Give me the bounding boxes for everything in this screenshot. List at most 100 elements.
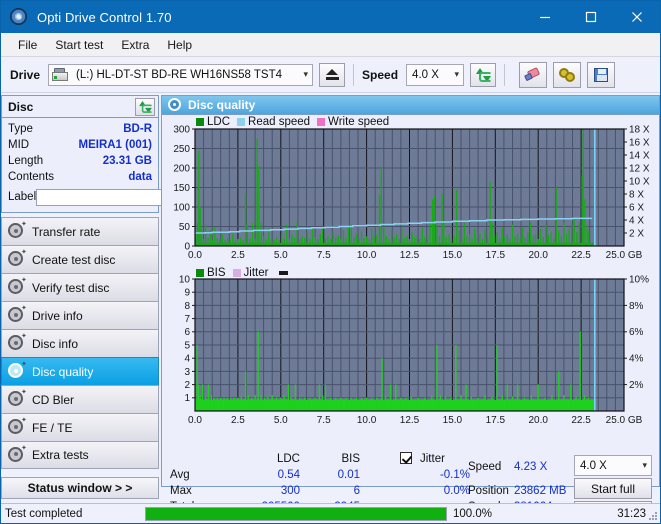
speed-stat-label: Speed — [468, 461, 502, 473]
disc-row-value: 23.31 GB — [102, 155, 152, 167]
disc-icon: ✦ — [8, 249, 27, 268]
svg-text:3: 3 — [184, 367, 190, 378]
svg-text:9: 9 — [184, 288, 190, 299]
svg-text:10 X: 10 X — [629, 176, 650, 187]
stats-ldc-max: 300 — [280, 485, 300, 497]
disc-row-length: Length 23.31 GB — [8, 153, 152, 169]
svg-text:15.0: 15.0 — [443, 415, 463, 426]
disc-row-type: Type BD-R — [8, 121, 152, 137]
maximize-button[interactable] — [568, 1, 614, 33]
svg-text:12.5: 12.5 — [400, 250, 420, 261]
svg-text:0.0: 0.0 — [188, 415, 202, 426]
menu-item-help[interactable]: Help — [158, 35, 201, 55]
sidebar-item-transfer-rate[interactable]: ✦ Transfer rate — [1, 217, 159, 245]
svg-text:7.5: 7.5 — [317, 250, 331, 261]
disc-panel-title: Disc — [8, 99, 34, 114]
chevron-down-icon: ▾ — [642, 460, 647, 470]
status-text: Test completed — [5, 507, 83, 520]
disc-icon: ✦ — [8, 277, 27, 296]
disc-icon: ✦ — [8, 389, 27, 408]
drive-select[interactable]: (L:) HL-DT-ST BD-RE WH16NS58 TST4 ▾ — [48, 63, 314, 86]
progress-bar — [145, 506, 447, 521]
speed-select-value: 4.0 X — [412, 68, 439, 81]
page-title: Disc quality — [188, 98, 256, 112]
sidebar-item-fe-te[interactable]: ✦ FE / TE — [1, 413, 159, 441]
toolbar-separator-1 — [353, 63, 355, 86]
start-full-button[interactable]: Start full — [574, 478, 652, 499]
drive-icon — [52, 67, 69, 82]
progress-fill — [146, 507, 446, 520]
window-controls — [522, 1, 660, 33]
ldc-read-speed-chart[interactable]: 0501001502002503002 X4 X6 X8 X10 X12 X14… — [162, 115, 659, 265]
tools-button[interactable] — [553, 61, 582, 88]
disc-row-key: Length — [8, 155, 44, 167]
svg-text:6 X: 6 X — [629, 202, 644, 213]
sidebar-item-create-test-disc[interactable]: ✦ Create test disc — [1, 245, 159, 273]
status-window-button[interactable]: Status window > > — [1, 477, 159, 499]
sidebar-item-label: Extra tests — [32, 448, 89, 462]
disc-row-key: Type — [8, 123, 33, 135]
stats-header-ldc: LDC — [276, 453, 300, 465]
menu-item-start-test[interactable]: Start test — [46, 35, 112, 55]
svg-text:7.5: 7.5 — [317, 415, 331, 426]
test-speed-select[interactable]: 4.0 X ▾ — [574, 455, 652, 476]
elapsed-time: 31:23 — [617, 507, 646, 520]
sidebar-item-cd-bler[interactable]: ✦ CD Bler — [1, 385, 159, 413]
refresh-button[interactable] — [470, 62, 497, 87]
menu-item-file[interactable]: File — [9, 35, 46, 55]
save-button[interactable] — [587, 61, 616, 88]
eject-button[interactable] — [319, 62, 346, 87]
sidebar-item-label: Verify test disc — [32, 280, 110, 295]
sidebar-item-drive-info[interactable]: ✦ Drive info — [1, 301, 159, 329]
test-speed-value: 4.0 X — [580, 459, 607, 472]
svg-text:4%: 4% — [629, 354, 644, 365]
disc-info-list: Type BD-R MID MEIRA1 (001) Length 23.31 … — [2, 118, 240, 212]
disc-panel-header: Disc — [2, 96, 158, 118]
position-stat-label: Position — [468, 485, 509, 497]
svg-text:22.5: 22.5 — [571, 415, 591, 426]
stats-jitter-max: 0.0% — [443, 485, 470, 497]
sidebar-item-verify-test-disc[interactable]: ✦ Verify test disc — [1, 273, 159, 301]
disc-icon: ✦ — [8, 305, 27, 324]
disc-label-key: Label — [8, 191, 37, 203]
resize-grip-icon[interactable] — [648, 511, 658, 521]
disc-icon: ✦ — [8, 333, 27, 352]
app-disc-icon — [9, 7, 29, 27]
disc-row-value: data — [128, 171, 152, 183]
position-stat-value: 23862 MB — [514, 485, 567, 497]
menu-item-extra[interactable]: Extra — [112, 35, 158, 55]
toolbar: Drive (L:) HL-DT-ST BD-RE WH16NS58 TST4 … — [1, 57, 660, 93]
disc-icon: ✦ — [8, 361, 27, 380]
close-button[interactable] — [614, 1, 660, 33]
svg-text:1: 1 — [184, 393, 190, 404]
svg-text:5.0: 5.0 — [274, 415, 288, 426]
svg-text:7: 7 — [184, 314, 190, 325]
disc-panel: Disc Type BD-R MID MEIRA1 (001) Length 2… — [1, 95, 240, 213]
bis-jitter-chart[interactable]: 1 2 3 4 5 6 7 8 9 10 2% 4% 6% 8% 10% 0.0 2.5 5.0 7.5 10.0 12… — [162, 263, 659, 453]
svg-text:250: 250 — [173, 144, 190, 155]
sidebar-item-disc-info[interactable]: ✦ Disc info — [1, 329, 159, 357]
stats-jitter-avg: -0.1% — [439, 469, 470, 481]
stats-row-max-label: Max — [170, 485, 192, 497]
speed-select[interactable]: 4.0 X ▾ — [406, 63, 465, 86]
svg-text:200: 200 — [173, 163, 190, 174]
stats-bis-max: 6 — [353, 485, 360, 497]
jitter-checkbox[interactable] — [400, 452, 412, 465]
disc-row-key: MID — [8, 139, 30, 151]
disc-refresh-button[interactable] — [135, 97, 155, 116]
svg-text:2: 2 — [184, 380, 190, 391]
sidebar-item-label: Create test disc — [32, 252, 116, 267]
stats-header-bis: BIS — [341, 453, 360, 465]
svg-text:10.0: 10.0 — [357, 250, 377, 261]
eraser-icon — [524, 66, 541, 81]
sidebar-item-extra-tests[interactable]: ✦ Extra tests — [1, 441, 159, 469]
minimize-button[interactable] — [522, 1, 568, 33]
svg-text:0.0: 0.0 — [188, 250, 202, 261]
erase-button[interactable] — [519, 61, 548, 88]
svg-text:2.5: 2.5 — [231, 415, 245, 426]
disc-icon: ✦ — [8, 445, 27, 464]
sidebar-item-disc-quality[interactable]: ✦ Disc quality — [1, 357, 159, 385]
svg-text:6: 6 — [184, 327, 190, 338]
sidebar-item-label: Transfer rate — [32, 224, 101, 239]
chevron-down-icon: ▾ — [454, 69, 460, 79]
